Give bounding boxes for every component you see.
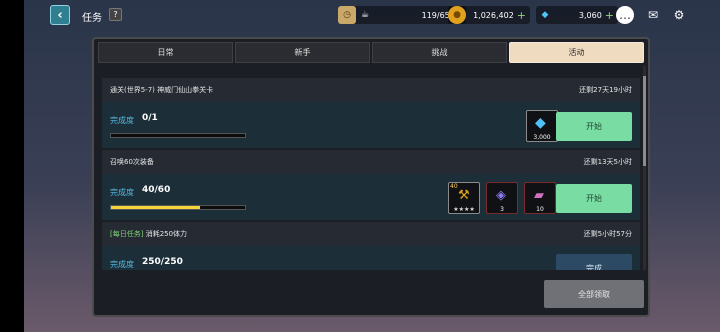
quest-body: 完成度 40/60 40 ⚒ ★★★★ ◈ 3 ▰ 10 开始	[102, 174, 640, 220]
gem-icon: ◆	[535, 115, 546, 131]
reward-count: 10	[536, 206, 544, 213]
progress-value: 40/60	[142, 185, 171, 195]
stamina-counter: ◷ ☕ 119/65 +	[338, 6, 466, 24]
progress-bar	[110, 133, 246, 138]
add-gold-button[interactable]: +	[517, 9, 530, 22]
axe-icon: ⚒	[458, 188, 470, 203]
gold-counter: ● 1,026,402 +	[448, 6, 530, 24]
progress-value: 0/1	[142, 113, 158, 123]
gold-value: 1,026,402	[473, 10, 514, 20]
quest-body: 完成度 250/250 完成	[102, 246, 640, 270]
reward-stars: ★★★★	[453, 206, 475, 213]
scroll-thumb[interactable]	[643, 76, 646, 166]
progress-fill	[111, 206, 201, 209]
reward-count: 3,000	[533, 134, 551, 141]
clock-icon: ◷	[338, 6, 356, 24]
quest-name: 召唤60次装备	[110, 158, 154, 166]
back-button[interactable]: ‹	[50, 5, 70, 25]
quest-name: [每日任务] 消耗250体力	[110, 230, 188, 238]
start-button[interactable]: 开始	[556, 184, 632, 213]
quest-item: [每日任务] 消耗250体力 还剩5小时57分 完成度 250/250 完成	[102, 222, 640, 270]
quest-time-left: 还剩13天5小时	[583, 158, 632, 166]
gear-icon[interactable]: ⚙	[670, 6, 688, 24]
quest-panel: 日常 新手 挑战 活动 通关(世界5-7) 神威门仙山拳关卡 还剩27天19小时…	[92, 37, 650, 317]
reward-slot[interactable]: 40 ⚒ ★★★★	[448, 182, 480, 214]
scrollbar[interactable]	[643, 66, 646, 270]
claim-all-button[interactable]: 全部领取	[544, 280, 644, 308]
start-button[interactable]: 开始	[556, 112, 632, 141]
quest-item: 通关(世界5-7) 神威门仙山拳关卡 还剩27天19小时 完成度 0/1 ◆ 3…	[102, 78, 640, 148]
tab-novice[interactable]: 新手	[235, 42, 370, 63]
quest-header: 通关(世界5-7) 神威门仙山拳关卡 还剩27天19小时	[102, 78, 640, 102]
tab-daily[interactable]: 日常	[98, 42, 233, 63]
quest-time-left: 还剩5小时57分	[583, 230, 632, 238]
ticket-icon: ▰	[534, 188, 544, 203]
progress-bar	[110, 205, 246, 210]
tab-event[interactable]: 活动	[509, 42, 644, 63]
reward-slot[interactable]: ▰ 10	[524, 182, 556, 214]
page-title: 任务	[82, 13, 102, 24]
gold-coin-icon: ●	[448, 6, 466, 24]
quest-body: 完成度 0/1 ◆ 3,000 开始	[102, 102, 640, 148]
gem-icon: ◆	[541, 10, 549, 20]
tab-challenge[interactable]: 挑战	[372, 42, 507, 63]
top-bar: ‹ 任务 ? ◷ ☕ 119/65 + ● 1,026,402 + ◆ 3,06…	[24, 0, 720, 32]
screen-edge	[0, 0, 24, 332]
quest-header: 召唤60次装备 还剩13天5小时	[102, 150, 640, 174]
progress-label: 完成度	[110, 116, 134, 125]
reward-count: 3	[500, 206, 504, 213]
reward-slot[interactable]: ◆ 3,000	[526, 110, 558, 142]
quest-name: 通关(世界5-7) 神威门仙山拳关卡	[110, 86, 214, 94]
progress-label: 完成度	[110, 188, 134, 197]
mail-icon[interactable]: ✉	[644, 6, 662, 24]
progress-label: 完成度	[110, 260, 134, 269]
complete-button[interactable]: 完成	[556, 254, 632, 270]
quest-header: [每日任务] 消耗250体力 还剩5小时57分	[102, 222, 640, 246]
gem-counter: ◆ 3,060 +	[536, 6, 618, 24]
quest-list[interactable]: 通关(世界5-7) 神威门仙山拳关卡 还剩27天19小时 完成度 0/1 ◆ 3…	[100, 66, 646, 270]
quest-item: 召唤60次装备 还剩13天5小时 完成度 40/60 40 ⚒ ★★★★ ◈ 3…	[102, 150, 640, 220]
chevron-left-icon: ‹	[57, 7, 63, 23]
stamina-value: 119/65	[421, 10, 450, 20]
gem-value: 3,060	[578, 10, 602, 20]
cup-icon: ☕	[360, 10, 370, 20]
progress-value: 250/250	[142, 257, 183, 267]
reward-slot[interactable]: ◈ 3	[486, 182, 518, 214]
reward-level: 40	[450, 183, 458, 190]
crystal-icon: ◈	[496, 188, 506, 203]
tab-bar: 日常 新手 挑战 活动	[98, 42, 644, 63]
quest-time-left: 还剩27天19小时	[579, 86, 632, 94]
chat-icon[interactable]: …	[616, 6, 634, 24]
help-button[interactable]: ?	[109, 8, 122, 21]
